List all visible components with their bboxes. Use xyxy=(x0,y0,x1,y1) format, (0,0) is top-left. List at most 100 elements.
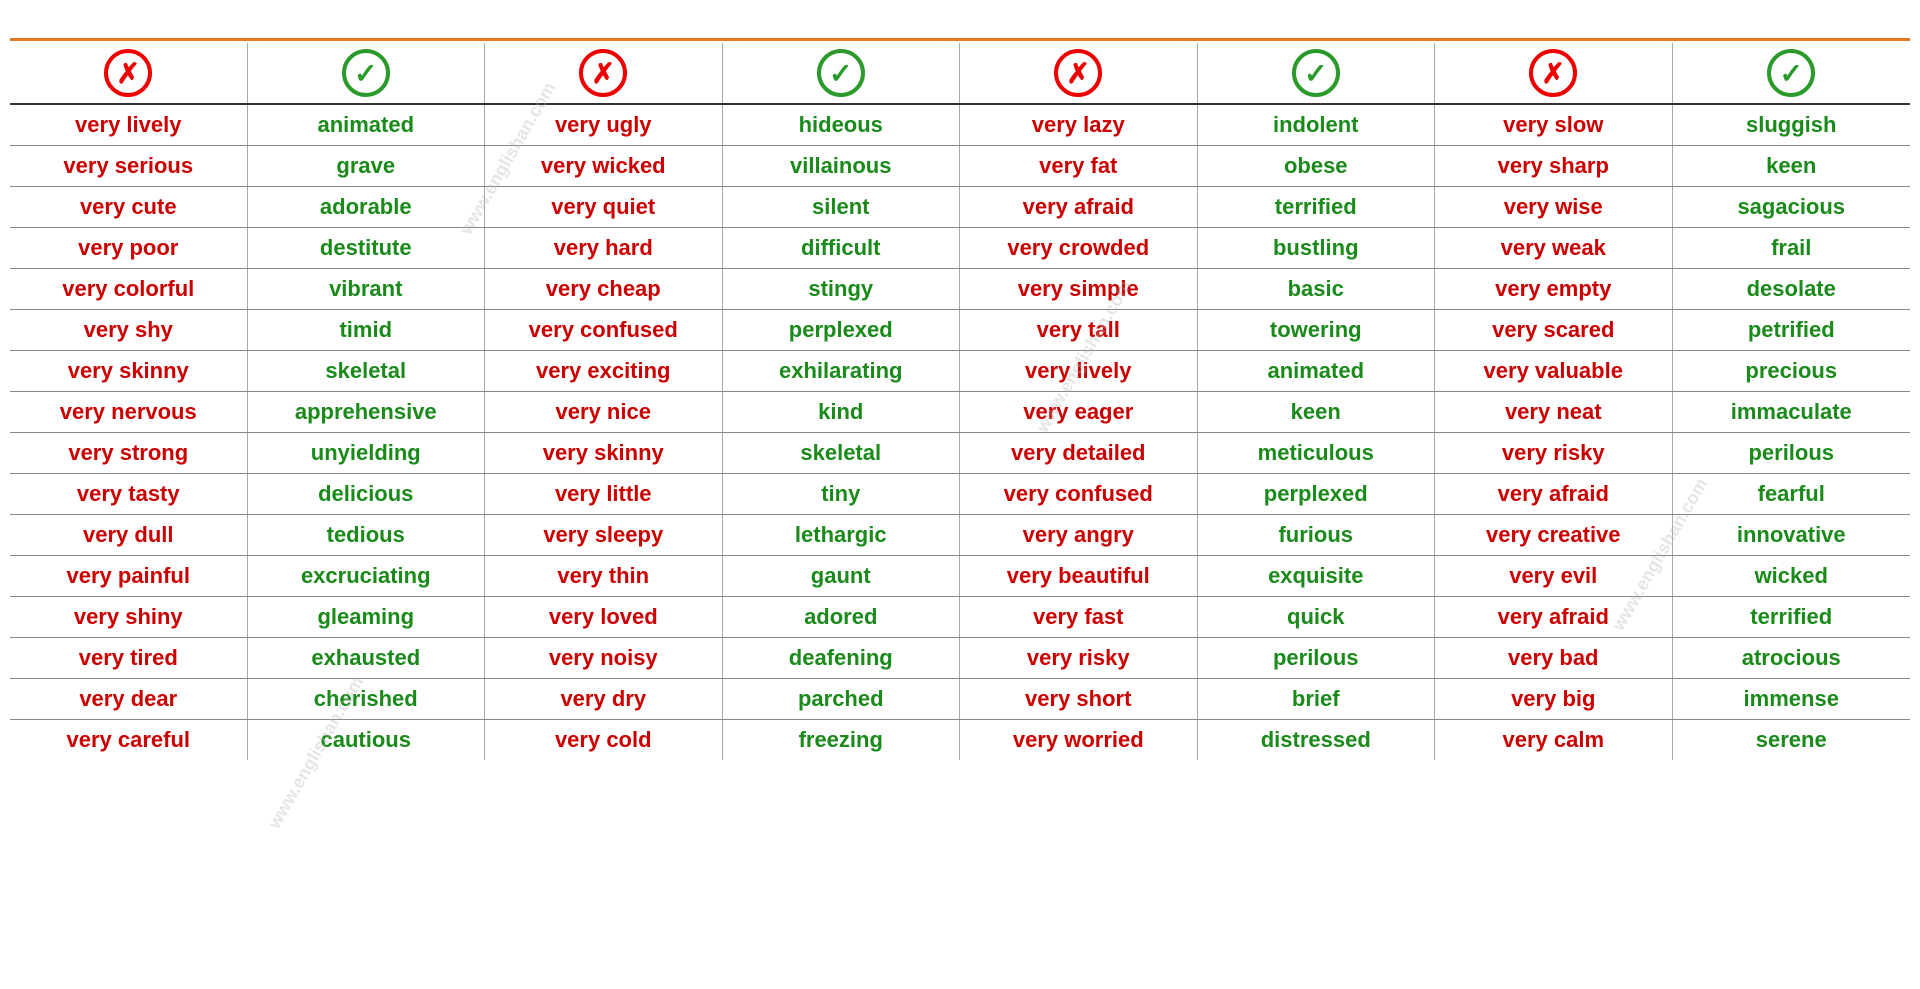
table-cell: precious xyxy=(1673,351,1911,391)
table-cell: very painful xyxy=(10,556,248,596)
table-row: very tiredexhaustedvery noisydeafeningve… xyxy=(10,638,1910,679)
table-cell: very angry xyxy=(960,515,1198,555)
table-cell: very eager xyxy=(960,392,1198,432)
table-cell: very dry xyxy=(485,679,723,719)
table-cell: very slow xyxy=(1435,105,1673,145)
table-cell: delicious xyxy=(248,474,486,514)
table-cell: very detailed xyxy=(960,433,1198,473)
table-cell: very noisy xyxy=(485,638,723,678)
table-cell: distressed xyxy=(1198,720,1436,760)
table-row: very skinnyskeletalvery excitingexhilara… xyxy=(10,351,1910,392)
table-cell: skeletal xyxy=(723,433,961,473)
table-row: very poordestitutevery harddifficultvery… xyxy=(10,228,1910,269)
table-cell: very cute xyxy=(10,187,248,227)
header-cell-0: ✗ xyxy=(10,43,248,103)
table-cell: parched xyxy=(723,679,961,719)
x-icon: ✗ xyxy=(104,49,152,97)
table-cell: obese xyxy=(1198,146,1436,186)
table-cell: wicked xyxy=(1673,556,1911,596)
table-cell: furious xyxy=(1198,515,1436,555)
table-cell: lethargic xyxy=(723,515,961,555)
table-cell: gaunt xyxy=(723,556,961,596)
table-cell: fearful xyxy=(1673,474,1911,514)
table-cell: very confused xyxy=(485,310,723,350)
table-cell: very serious xyxy=(10,146,248,186)
table-cell: bustling xyxy=(1198,228,1436,268)
table-cell: silent xyxy=(723,187,961,227)
table-cell: freezing xyxy=(723,720,961,760)
table-cell: very colorful xyxy=(10,269,248,309)
table-cell: very tired xyxy=(10,638,248,678)
table-cell: villainous xyxy=(723,146,961,186)
table-cell: very empty xyxy=(1435,269,1673,309)
table-cell: very thin xyxy=(485,556,723,596)
table-cell: very sleepy xyxy=(485,515,723,555)
table-row: very carefulcautiousvery coldfreezingver… xyxy=(10,720,1910,760)
table-cell: towering xyxy=(1198,310,1436,350)
table-cell: sluggish xyxy=(1673,105,1911,145)
page-title xyxy=(10,10,1910,38)
table-cell: very sharp xyxy=(1435,146,1673,186)
table-cell: very risky xyxy=(1435,433,1673,473)
table-cell: very short xyxy=(960,679,1198,719)
table-cell: very cheap xyxy=(485,269,723,309)
table-cell: stingy xyxy=(723,269,961,309)
table-cell: kind xyxy=(723,392,961,432)
data-table: very livelyanimatedvery uglyhideousvery … xyxy=(10,105,1910,760)
table-cell: very tasty xyxy=(10,474,248,514)
table-cell: unyielding xyxy=(248,433,486,473)
table-cell: very crowded xyxy=(960,228,1198,268)
table-cell: grave xyxy=(248,146,486,186)
table-cell: very lazy xyxy=(960,105,1198,145)
table-cell: very ugly xyxy=(485,105,723,145)
table-row: very nervousapprehensivevery nicekindver… xyxy=(10,392,1910,433)
table-cell: very evil xyxy=(1435,556,1673,596)
table-cell: very confused xyxy=(960,474,1198,514)
check-icon: ✓ xyxy=(1767,49,1815,97)
table-cell: very wicked xyxy=(485,146,723,186)
table-cell: very shiny xyxy=(10,597,248,637)
table-cell: exhausted xyxy=(248,638,486,678)
table-cell: very valuable xyxy=(1435,351,1673,391)
table-row: very shinygleamingvery lovedadoredvery f… xyxy=(10,597,1910,638)
header-cell-1: ✓ xyxy=(248,43,486,103)
table-cell: hideous xyxy=(723,105,961,145)
table-cell: very weak xyxy=(1435,228,1673,268)
table-cell: desolate xyxy=(1673,269,1911,309)
table-cell: very hard xyxy=(485,228,723,268)
table-cell: very fat xyxy=(960,146,1198,186)
table-row: very cuteadorablevery quietsilentvery af… xyxy=(10,187,1910,228)
check-icon: ✓ xyxy=(817,49,865,97)
table-cell: very simple xyxy=(960,269,1198,309)
table-cell: skeletal xyxy=(248,351,486,391)
table-cell: terrified xyxy=(1673,597,1911,637)
table-cell: very strong xyxy=(10,433,248,473)
header-cell-5: ✓ xyxy=(1198,43,1436,103)
table-cell: vibrant xyxy=(248,269,486,309)
table-cell: difficult xyxy=(723,228,961,268)
table-cell: very beautiful xyxy=(960,556,1198,596)
header-cell-4: ✗ xyxy=(960,43,1198,103)
table-cell: very creative xyxy=(1435,515,1673,555)
table-cell: very nice xyxy=(485,392,723,432)
table-cell: very lively xyxy=(10,105,248,145)
table-cell: very nervous xyxy=(10,392,248,432)
table-row: very dearcherishedvery dryparchedvery sh… xyxy=(10,679,1910,720)
table-cell: basic xyxy=(1198,269,1436,309)
table-cell: very tall xyxy=(960,310,1198,350)
table-cell: very exciting xyxy=(485,351,723,391)
table-cell: very shy xyxy=(10,310,248,350)
table-cell: keen xyxy=(1198,392,1436,432)
header-row: ✗✓✗✓✗✓✗✓ xyxy=(10,43,1910,105)
orange-divider xyxy=(10,38,1910,41)
table-cell: atrocious xyxy=(1673,638,1911,678)
table-cell: quick xyxy=(1198,597,1436,637)
table-cell: very skinny xyxy=(485,433,723,473)
table-cell: gleaming xyxy=(248,597,486,637)
header-cell-7: ✓ xyxy=(1673,43,1911,103)
table-cell: terrified xyxy=(1198,187,1436,227)
table-cell: apprehensive xyxy=(248,392,486,432)
table-cell: keen xyxy=(1673,146,1911,186)
table-cell: very wise xyxy=(1435,187,1673,227)
table-cell: very afraid xyxy=(1435,597,1673,637)
